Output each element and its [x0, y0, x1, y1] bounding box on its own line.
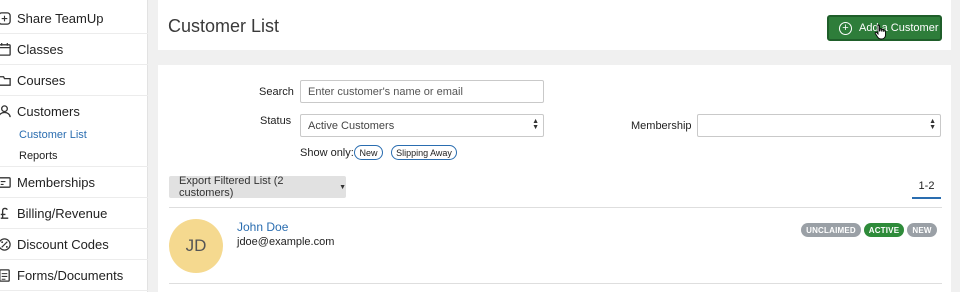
membership-select[interactable]: ▲ ▼ — [697, 114, 941, 137]
sidebar-item-label: Memberships — [17, 174, 96, 190]
search-placeholder: Enter customer's name or email — [308, 85, 463, 98]
customer-name-link[interactable]: John Doe — [237, 220, 288, 234]
divider — [169, 283, 942, 284]
sidebar-item-label: Classes — [17, 41, 64, 57]
page-header: Customer List + Add a Customer — [158, 0, 951, 50]
calendar-icon — [0, 41, 13, 58]
sidebar-subitem-customer-list[interactable]: Customer List — [19, 129, 87, 141]
show-only-label: Show only: — [300, 147, 354, 159]
status-select[interactable]: Active Customers ▲ ▼ — [300, 114, 544, 137]
page-title: Customer List — [168, 16, 280, 36]
divider — [169, 207, 942, 208]
hand-cursor-icon — [874, 24, 886, 40]
add-customer-label: Add a Customer — [859, 22, 939, 34]
membership-label: Membership — [631, 120, 692, 132]
export-label: Export Filtered List (2 customers) — [179, 175, 284, 199]
sidebar: Share TeamUp Classes Courses Customers C… — [0, 0, 148, 292]
card-icon — [0, 174, 13, 191]
customer-list-panel: Search Enter customer's name or email St… — [158, 65, 951, 292]
sidebar-item-classes[interactable]: Classes — [0, 34, 148, 65]
user-icon — [0, 103, 13, 120]
sidebar-item-courses[interactable]: Courses — [0, 65, 148, 96]
sidebar-item-billing-revenue[interactable]: Billing/Revenue — [0, 198, 148, 229]
status-badge-new: NEW — [907, 223, 937, 237]
share-icon — [0, 10, 13, 27]
sidebar-item-customers[interactable]: Customers — [0, 96, 148, 127]
folder-icon — [0, 72, 13, 89]
sidebar-item-label: Courses — [17, 72, 66, 88]
sidebar-item-forms-documents[interactable]: Forms/Documents — [0, 260, 148, 291]
filter-pill-new[interactable]: New — [354, 145, 383, 160]
search-input[interactable]: Enter customer's name or email — [300, 80, 544, 103]
sidebar-item-label: Forms/Documents — [17, 267, 124, 283]
caret-down-icon: ▼ — [339, 183, 346, 191]
pound-icon — [0, 205, 13, 222]
filter-pill-slipping-away[interactable]: Slipping Away — [391, 145, 457, 160]
status-label: Status — [260, 115, 292, 127]
sidebar-item-share-teamup[interactable]: Share TeamUp — [0, 3, 148, 34]
plus-circle-icon: + — [839, 21, 852, 35]
status-badge-active: ACTIVE — [864, 223, 904, 237]
document-icon — [0, 267, 13, 284]
pagination-range[interactable]: 1-2 — [912, 175, 941, 199]
export-filtered-list-button[interactable]: Export Filtered List (2 customers) ▼ — [169, 175, 346, 199]
sidebar-item-label: Billing/Revenue — [17, 205, 108, 221]
sidebar-item-label: Customers — [17, 104, 80, 119]
customer-email: jdoe@example.com — [237, 236, 335, 248]
select-arrows-icon: ▲ ▼ — [532, 118, 539, 131]
sidebar-item-memberships[interactable]: Memberships — [0, 167, 148, 198]
select-arrows-icon: ▲ ▼ — [929, 118, 936, 131]
sidebar-item-label: Share TeamUp — [17, 10, 104, 26]
search-label: Search — [259, 86, 294, 98]
avatar: JD — [169, 219, 223, 273]
status-badge-unclaimed: UNCLAIMED — [801, 223, 861, 237]
sidebar-subitem-reports[interactable]: Reports — [19, 150, 58, 162]
percent-icon — [0, 236, 13, 253]
sidebar-item-label: Discount Codes — [17, 236, 109, 252]
status-value: Active Customers — [308, 119, 395, 132]
sidebar-item-discount-codes[interactable]: Discount Codes — [0, 229, 148, 260]
